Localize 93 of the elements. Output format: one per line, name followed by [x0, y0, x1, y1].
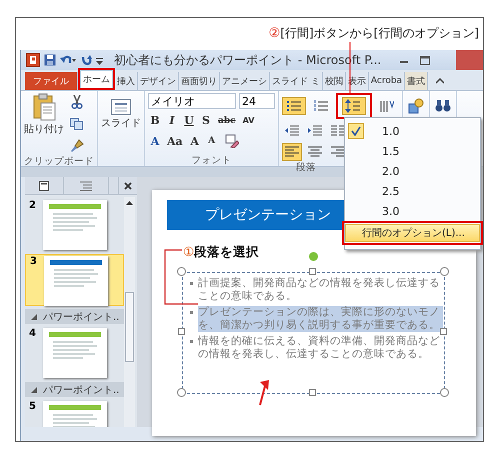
bullets-button[interactable]	[282, 97, 306, 115]
slide-thumbnail-item[interactable]: 2	[25, 199, 124, 251]
slides-view-icon	[39, 180, 49, 190]
new-slide-button[interactable]: スライド	[101, 93, 141, 154]
clipboard-icon	[32, 93, 56, 121]
save-icon[interactable]	[44, 54, 56, 66]
align-left-button[interactable]	[282, 143, 302, 161]
slide-number: 2	[29, 200, 37, 213]
slide-thumbnail-item[interactable]: 5	[25, 400, 124, 427]
file-tab[interactable]: ファイル	[25, 72, 78, 90]
copy-icon	[70, 118, 84, 130]
collapse-ribbon-icon[interactable]	[436, 78, 444, 84]
resize-handle[interactable]	[177, 388, 186, 397]
outline-view-icon	[80, 180, 92, 190]
scrollbar-thumb[interactable]	[125, 292, 134, 362]
shadow-button[interactable]: S	[199, 112, 213, 129]
section-title: パワーポイント..	[43, 310, 120, 324]
shrink-font-button[interactable]: A	[204, 132, 219, 150]
undo-icon[interactable]	[60, 54, 76, 66]
grow-font-button[interactable]: A	[188, 132, 202, 150]
shapes-button[interactable]	[406, 97, 426, 115]
collapse-triangle-icon	[31, 314, 37, 320]
resize-handle[interactable]	[440, 388, 449, 397]
group-label: フォント	[192, 155, 232, 166]
slide-number: 3	[30, 256, 38, 269]
line-spacing-button[interactable]	[342, 97, 366, 115]
group-label: 段落	[296, 162, 316, 173]
paste-button[interactable]: 貼り付け	[24, 93, 64, 155]
binoculars-icon	[435, 99, 451, 113]
arrow	[259, 380, 269, 406]
section-header[interactable]: パワーポイント..	[25, 382, 124, 397]
font-size-field[interactable]: 24	[239, 93, 275, 109]
bold-button[interactable]: B	[148, 112, 162, 129]
eraser-icon	[224, 134, 239, 148]
slide-layout-icon	[111, 99, 131, 115]
columns-icon	[331, 125, 345, 137]
section-header[interactable]: パワーポイント..	[25, 309, 124, 324]
section-title: パワーポイント..	[43, 384, 120, 396]
scroll-up-icon	[126, 201, 133, 205]
decrease-indent-icon	[285, 125, 299, 137]
slide-thumbnail-item[interactable]: 3	[25, 254, 124, 306]
group-label: クリップボード	[24, 156, 94, 167]
font-color-button[interactable]: A	[148, 132, 162, 150]
align-center-icon	[308, 146, 322, 158]
font-name-field[interactable]: メイリオ	[148, 93, 236, 109]
scrollbar[interactable]	[124, 197, 135, 427]
rotation-handle[interactable]	[309, 252, 318, 261]
menu-item[interactable]: 行間のオプション(L)...	[345, 224, 480, 242]
resize-handle[interactable]	[440, 328, 447, 335]
slide-number: 4	[29, 328, 37, 341]
slide-number: 5	[29, 401, 37, 414]
character-spacing-button[interactable]: AV	[240, 112, 256, 129]
menu-item[interactable]: 1.5	[345, 141, 480, 161]
bullet-list-icon	[287, 100, 301, 112]
menu-item[interactable]: 2.5	[345, 181, 480, 201]
text-box[interactable]: 計画提案、開発商品などの情報を発表し伝達することの意味である。 プレゼンテーションの際は、実際に形のないモノを、簡潔かつ判り易く説明する事が重要である。 情報を的確に伝える、資料の準備、開発商品などの情報を発表し、伝達することの意味である。	[182, 272, 445, 394]
italic-button[interactable]: I	[165, 112, 179, 129]
bullet-icon	[190, 282, 193, 285]
change-case-button[interactable]: Aa	[165, 132, 185, 150]
resize-handle[interactable]	[177, 267, 186, 276]
numbered-list-icon	[314, 100, 328, 112]
resize-handle[interactable]	[178, 328, 185, 335]
bullet-text: 計画提案、開発商品などの情報を発表し伝達することの意味である。	[198, 277, 441, 303]
checkmark-icon	[351, 126, 361, 136]
text-direction-icon	[380, 99, 394, 113]
align-right-icon	[331, 146, 345, 158]
maximize-icon[interactable]	[420, 56, 430, 64]
bullet-icon	[190, 340, 193, 343]
bullet-text: プレゼンテーションの際は、実際に形のないモノを、簡潔かつ判り易く説明する事が重要である。	[198, 306, 443, 332]
underline-button[interactable]: U	[182, 112, 196, 129]
redo-icon[interactable]	[80, 54, 92, 66]
align-left-icon	[285, 146, 299, 158]
resize-handle[interactable]	[309, 389, 316, 396]
line-spacing-icon	[345, 99, 363, 113]
annotation-text: ①段落を選択	[183, 244, 260, 261]
resize-handle[interactable]	[309, 268, 316, 275]
scissors-icon	[71, 95, 83, 109]
strikethrough-button[interactable]: abc	[216, 112, 238, 129]
slide-thumbnail-item[interactable]: 4	[25, 327, 124, 379]
resize-handle[interactable]	[440, 267, 449, 276]
menu-item[interactable]: 1.0	[345, 121, 480, 141]
ribbon-tab[interactable]: 書式	[405, 72, 428, 90]
bullet-icon	[190, 311, 193, 314]
app-logo-icon	[26, 53, 40, 67]
shapes-icon	[408, 98, 424, 114]
ribbon-tab[interactable]: ホーム	[80, 70, 113, 88]
close-icon	[124, 182, 132, 190]
brush-icon	[70, 139, 84, 153]
menu-item[interactable]: 2.0	[345, 161, 480, 181]
increase-indent-icon	[308, 125, 322, 137]
collapse-triangle-icon	[31, 386, 37, 392]
annotation-text: ②[行間]ボタンから[行間のオプション]	[268, 24, 479, 42]
bullet-text: 情報を的確に伝える、資料の準備、開発商品などの情報を発表し、伝達することの意味である。	[198, 335, 441, 361]
